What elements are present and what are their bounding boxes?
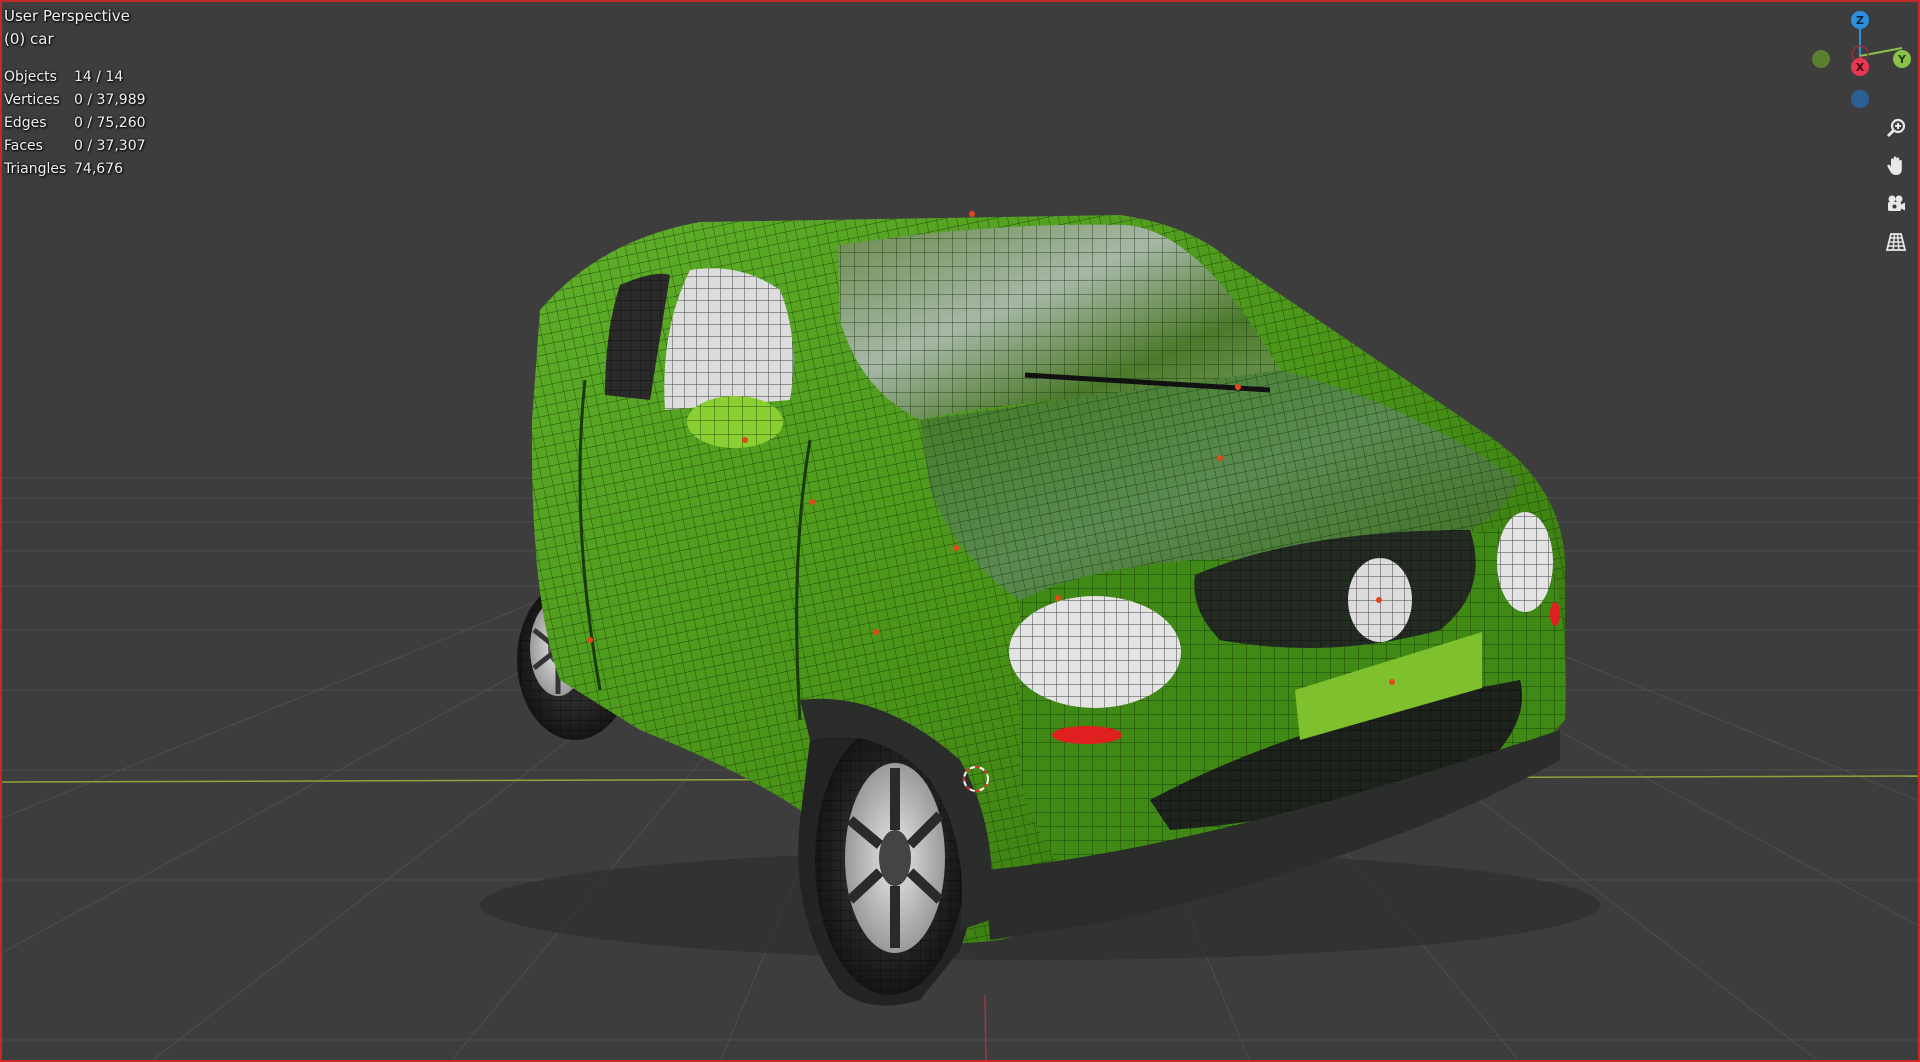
y-axis-label: Y <box>1897 53 1907 66</box>
camera-view-button[interactable] <box>1880 188 1912 220</box>
zoom-button[interactable] <box>1880 112 1912 144</box>
pan-button[interactable] <box>1880 150 1912 182</box>
stat-triangles: Triangles 74,676 <box>4 157 146 180</box>
stat-faces: Faces 0 / 37,307 <box>4 134 146 157</box>
neg-y-axis-handle[interactable] <box>1812 50 1830 68</box>
zoom-icon <box>1886 118 1906 138</box>
neg-z-axis-handle[interactable] <box>1851 90 1869 108</box>
stat-label: Edges <box>4 114 47 131</box>
navigation-gizmo[interactable]: Z Y X <box>1800 8 1920 118</box>
view-name: User Perspective <box>4 7 130 25</box>
pan-hand-icon <box>1887 156 1902 175</box>
stat-vertices: Vertices 0 / 37,989 <box>4 88 146 111</box>
stat-objects: Objects 14 / 14 <box>4 65 146 88</box>
scene-canvas[interactable] <box>0 0 1920 1062</box>
x-axis-label: X <box>1856 61 1865 74</box>
active-object-name: (0) car <box>4 30 54 48</box>
stat-value: 0 / 37,307 <box>74 137 146 154</box>
scene-statistics: Objects 14 / 14 Vertices 0 / 37,989 Edge… <box>4 65 146 180</box>
car-model[interactable] <box>480 211 1600 1006</box>
stat-value: 0 / 75,260 <box>74 114 146 131</box>
z-axis-label: Z <box>1856 14 1864 27</box>
stat-value: 74,676 <box>74 160 123 177</box>
stat-value: 14 / 14 <box>74 68 124 85</box>
y-axis-line <box>984 994 987 1062</box>
perspective-grid-icon <box>1885 233 1907 251</box>
3d-viewport[interactable]: User Perspective (0) car Objects 14 / 14… <box>0 0 1920 1062</box>
stat-value: 0 / 37,989 <box>74 91 146 108</box>
turn-indicator <box>1052 726 1122 744</box>
stat-label: Objects <box>4 68 57 85</box>
camera-icon <box>1888 195 1905 211</box>
stat-label: Vertices <box>4 91 60 108</box>
stat-edges: Edges 0 / 75,260 <box>4 111 146 134</box>
perspective-toggle-button[interactable] <box>1880 226 1912 258</box>
stat-label: Triangles <box>4 160 67 177</box>
stat-label: Faces <box>4 137 43 154</box>
